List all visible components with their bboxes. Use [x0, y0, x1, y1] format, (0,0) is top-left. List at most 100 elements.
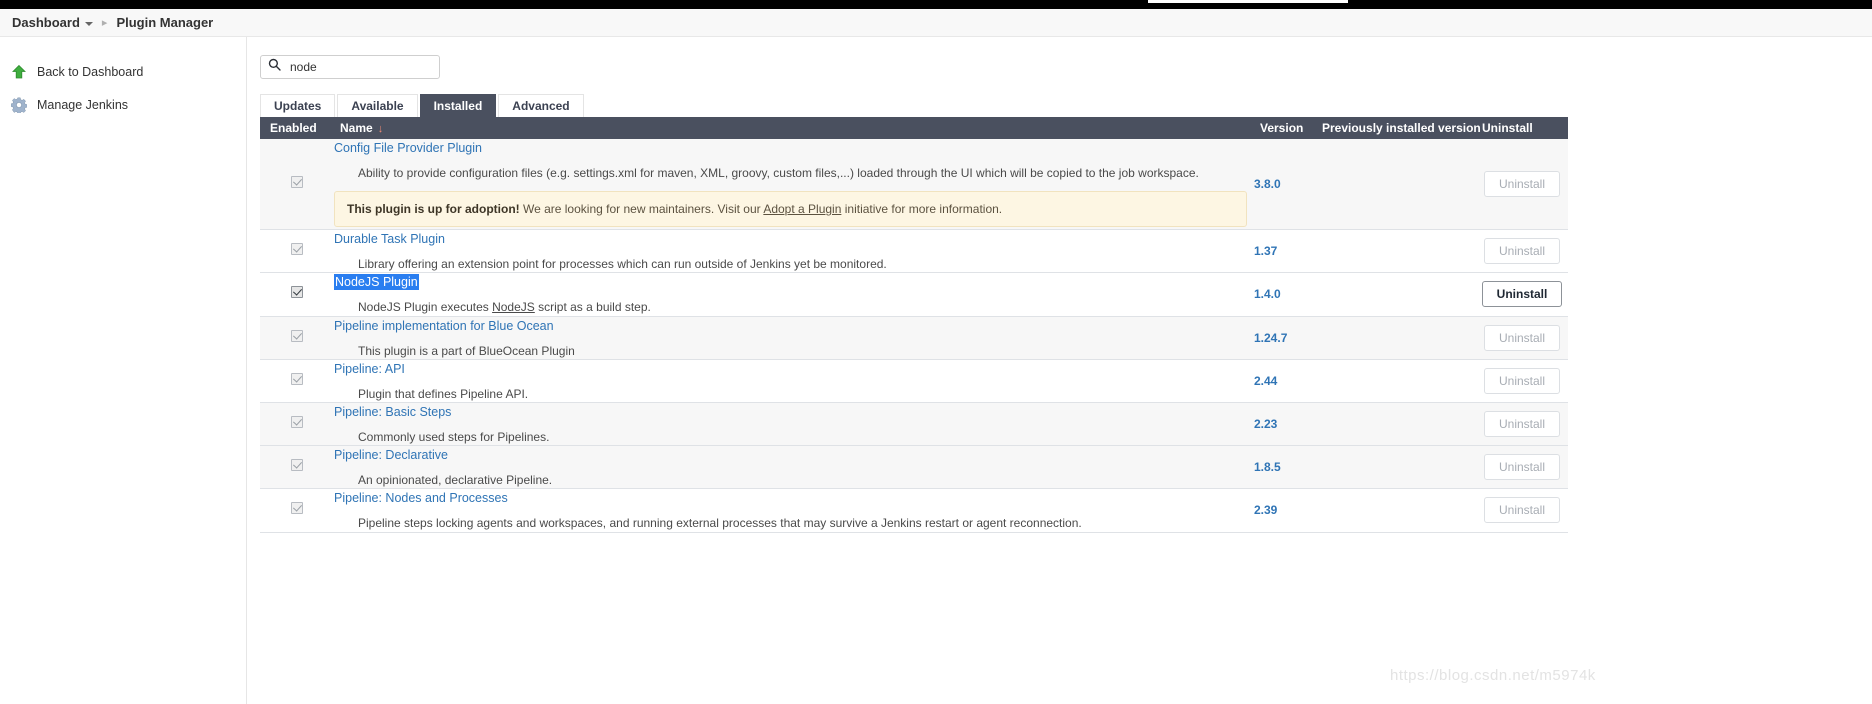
table-row: Pipeline: Declarative An opinionated, de…: [260, 445, 1568, 489]
cell-enabled: [260, 402, 334, 445]
enabled-checkbox[interactable]: [291, 286, 303, 299]
table-row: Pipeline: Basic Steps Commonly used step…: [260, 402, 1568, 446]
cell-name: NodeJS Plugin NodeJS Plugin executes Nod…: [334, 273, 1254, 316]
page-title: Plugin Manager: [116, 15, 214, 30]
cell-name: Pipeline: Declarative An opinionated, de…: [334, 446, 1254, 489]
cell-version: 1.24.7: [1254, 330, 1288, 345]
tab-installed[interactable]: Installed: [419, 94, 497, 117]
cell-enabled: [260, 273, 334, 316]
installed-plugins-table: Enabled Name ↓ Version Previously install…: [260, 117, 1568, 533]
cell-previously-installed-version: [1316, 446, 1476, 489]
cell-version: 2.44: [1254, 373, 1278, 388]
plugin-title-link[interactable]: NodeJS Plugin: [334, 274, 419, 291]
table-row: Durable Task Plugin Library offering an …: [260, 230, 1568, 273]
table-header-row: Enabled Name ↓ Version Previously install…: [260, 117, 1568, 139]
plugin-title-link[interactable]: Pipeline: Declarative: [334, 448, 448, 462]
cell-name: Pipeline: Nodes and Processes Pipeline s…: [334, 489, 1254, 532]
main-content: Updates Available Installed Advanced Ena…: [248, 37, 1872, 704]
table-row: Pipeline: API Plugin that defines Pipeli…: [260, 359, 1568, 403]
table-row: Pipeline implementation for Blue Ocean T…: [260, 316, 1568, 360]
sidebar-item-manage-jenkins[interactable]: Manage Jenkins: [0, 88, 246, 121]
enabled-checkbox[interactable]: [291, 416, 303, 429]
plugin-title-link[interactable]: Pipeline: Basic Steps: [334, 405, 451, 419]
uninstall-button[interactable]: Uninstall: [1483, 497, 1561, 524]
browser-chrome-strip: [0, 0, 1872, 9]
breadcrumb-dashboard-label: Dashboard: [12, 15, 80, 30]
up-arrow-icon: [10, 63, 28, 81]
sidebar-item-label: Manage Jenkins: [37, 97, 129, 112]
sort-descending-icon[interactable]: ↓: [378, 123, 384, 135]
enabled-checkbox[interactable]: [291, 372, 303, 385]
table-body: Config File Provider Plugin Ability to p…: [260, 139, 1568, 532]
cell-uninstall: Uninstall: [1476, 489, 1568, 532]
plugin-title-link[interactable]: Durable Task Plugin: [334, 232, 445, 246]
cell-version: 3.8.0: [1254, 177, 1281, 192]
uninstall-button[interactable]: Uninstall: [1483, 367, 1561, 394]
table-row: Config File Provider Plugin Ability to p…: [260, 139, 1568, 230]
plugin-title-link[interactable]: Config File Provider Plugin: [334, 141, 482, 155]
plugin-description: This plugin is a part of BlueOcean Plugi…: [358, 343, 575, 358]
nodejs-link[interactable]: NodeJS: [492, 300, 535, 314]
cell-version: 1.8.5: [1254, 460, 1281, 475]
enabled-checkbox[interactable]: [291, 176, 303, 189]
adoption-notice-text-after: initiative for more information.: [841, 202, 1003, 217]
enabled-checkbox[interactable]: [291, 329, 303, 342]
cell-uninstall: Uninstall: [1476, 139, 1568, 230]
sidebar-item-back-to-dashboard[interactable]: Back to Dashboard: [0, 55, 246, 88]
plugin-description: An opinionated, declarative Pipeline.: [358, 473, 553, 488]
adoption-notice-text-before: We are looking for new maintainers. Visi…: [519, 202, 764, 217]
cell-enabled: [260, 489, 334, 532]
plugin-description-after: script as a build step.: [534, 300, 651, 315]
table-row: NodeJS Plugin NodeJS Plugin executes Nod…: [260, 273, 1568, 317]
search-input[interactable]: [288, 59, 432, 75]
column-header-name[interactable]: Name ↓: [334, 117, 1254, 139]
chevron-down-icon[interactable]: [84, 21, 93, 26]
tab-updates[interactable]: Updates: [260, 94, 336, 117]
column-header-enabled[interactable]: Enabled: [260, 117, 334, 139]
column-header-uninstall[interactable]: Uninstall: [1476, 117, 1568, 139]
cell-uninstall: Uninstall: [1476, 359, 1568, 402]
browser-tab-remnant: [1148, 0, 1348, 3]
search-box[interactable]: [260, 55, 440, 79]
uninstall-button[interactable]: Uninstall: [1483, 238, 1561, 265]
breadcrumb-separator-icon: ▸: [101, 17, 108, 29]
cell-uninstall: Uninstall: [1476, 273, 1568, 316]
plugin-title-link[interactable]: Pipeline implementation for Blue Ocean: [334, 319, 554, 333]
uninstall-button[interactable]: Uninstall: [1483, 324, 1561, 351]
cell-previously-installed-version: [1316, 359, 1476, 402]
cell-previously-installed-version: [1316, 402, 1476, 445]
enabled-checkbox[interactable]: [291, 459, 303, 472]
uninstall-button[interactable]: Uninstall: [1483, 411, 1561, 438]
plugin-title-link[interactable]: Pipeline: API: [334, 362, 405, 376]
uninstall-button[interactable]: Uninstall: [1483, 454, 1561, 481]
tab-advanced[interactable]: Advanced: [498, 94, 584, 117]
cell-previously-installed-version: [1316, 316, 1476, 359]
cell-enabled: [260, 139, 334, 230]
cell-enabled: [260, 359, 334, 402]
table-row: Pipeline: Nodes and Processes Pipeline s…: [260, 489, 1568, 532]
tab-available[interactable]: Available: [337, 94, 418, 117]
breadcrumb-dashboard[interactable]: Dashboard: [12, 15, 93, 30]
sidebar-item-label: Back to Dashboard: [37, 64, 144, 79]
plugin-title-link[interactable]: Pipeline: Nodes and Processes: [334, 491, 508, 505]
enabled-checkbox[interactable]: [291, 502, 303, 515]
cell-version: 2.23: [1254, 417, 1278, 432]
plugin-description: Pipeline steps locking agents and worksp…: [358, 516, 1082, 531]
enabled-checkbox[interactable]: [291, 243, 303, 256]
sidebar: Back to Dashboard Manage Jenkins: [0, 37, 247, 704]
search-icon: [268, 58, 281, 76]
column-header-version[interactable]: Version: [1254, 117, 1316, 139]
cell-name: Pipeline: Basic Steps Commonly used step…: [334, 402, 1254, 445]
plugin-description-before: NodeJS Plugin executes: [358, 300, 493, 315]
adopt-a-plugin-link[interactable]: Adopt a Plugin: [763, 202, 841, 216]
uninstall-button[interactable]: Uninstall: [1483, 171, 1561, 198]
cell-name: Config File Provider Plugin Ability to p…: [334, 139, 1254, 230]
plugin-tabs: Updates Available Installed Advanced: [260, 94, 1872, 117]
uninstall-button[interactable]: Uninstall: [1481, 281, 1563, 308]
cell-enabled: [260, 446, 334, 489]
table-header: Enabled Name ↓ Version Previously install…: [260, 117, 1568, 139]
column-header-name-label: Name: [340, 121, 373, 135]
column-header-previously-installed-version[interactable]: Previously installed version: [1316, 117, 1481, 139]
cell-version: 1.37: [1254, 244, 1278, 259]
plugin-description: Commonly used steps for Pipelines.: [358, 429, 550, 444]
